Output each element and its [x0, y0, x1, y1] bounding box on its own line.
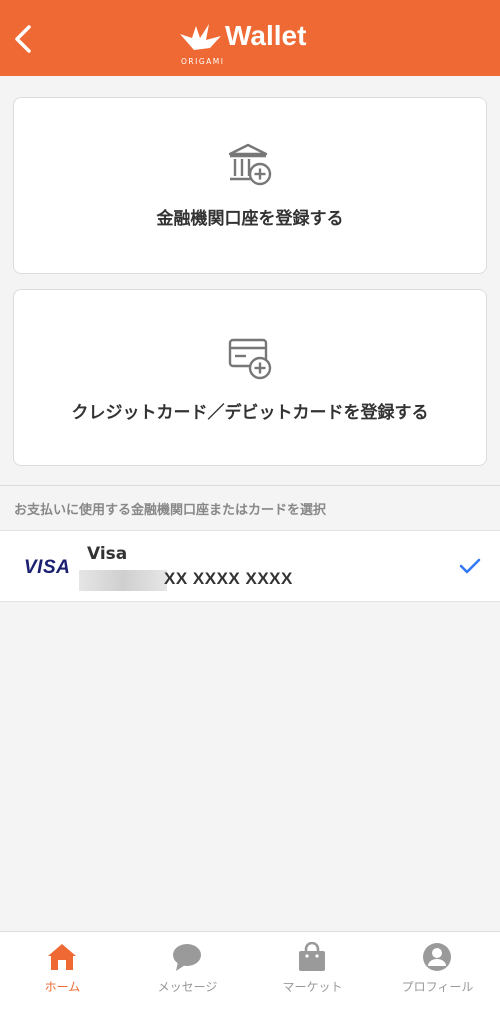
logo-title: Wallet: [225, 20, 307, 51]
tab-messages[interactable]: メッセージ: [125, 932, 250, 1012]
tab-home-label: ホーム: [44, 980, 81, 994]
app-header: ORIGAMI Wallet: [0, 0, 500, 76]
credit-card-add-icon: [228, 338, 272, 380]
card-number-blurred: [79, 570, 167, 591]
profile-icon: [423, 943, 451, 971]
payment-method-row[interactable]: VISA Visa XX XXXX XXXX: [0, 530, 500, 602]
visa-logo: VISA: [24, 557, 71, 578]
logo-subtitle: ORIGAMI: [181, 57, 225, 66]
register-card-label: クレジットカード／デビットカードを登録する: [71, 403, 429, 423]
crane-logo-icon: [180, 24, 221, 50]
tab-market[interactable]: マーケット: [250, 932, 375, 1012]
register-card-button[interactable]: クレジットカード／デビットカードを登録する: [13, 289, 487, 466]
section-divider: [0, 485, 500, 486]
tab-profile-label: プロフィール: [401, 980, 474, 994]
register-bank-account-button[interactable]: 金融機関口座を登録する: [13, 97, 487, 274]
tab-profile[interactable]: プロフィール: [375, 932, 500, 1012]
message-icon: [173, 944, 201, 971]
origami-wallet-logo: ORIGAMI Wallet: [180, 20, 330, 68]
shopping-bag-icon: [299, 942, 325, 971]
chevron-left-icon: [15, 25, 31, 53]
tab-market-label: マーケット: [282, 980, 343, 994]
bank-add-icon: [228, 143, 272, 186]
register-bank-account-label: 金融機関口座を登録する: [156, 209, 344, 229]
tab-messages-label: メッセージ: [157, 980, 218, 994]
card-number: XX XXXX XXXX: [164, 569, 293, 588]
back-button[interactable]: [8, 22, 38, 56]
bottom-tab-bar: ホーム メッセージ マーケット プロフィール: [0, 931, 500, 1021]
card-name: Visa: [87, 544, 128, 564]
tab-home[interactable]: ホーム: [0, 932, 125, 1012]
checkmark-icon: [459, 558, 481, 574]
payment-section-label: お支払いに使用する金融機関口座またはカードを選択: [14, 503, 327, 518]
home-icon: [48, 944, 76, 970]
